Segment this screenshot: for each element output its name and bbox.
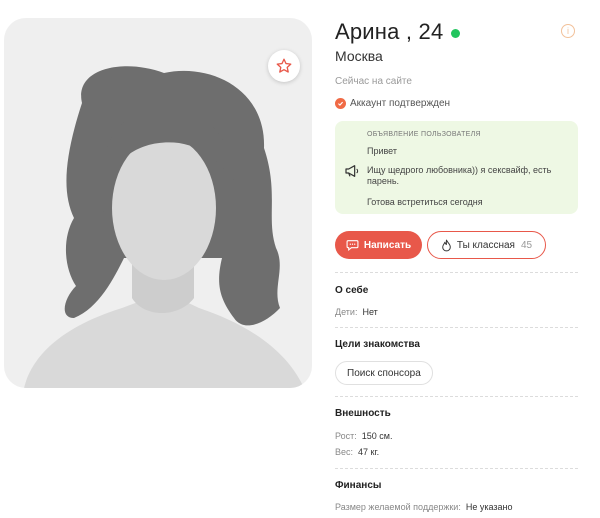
- height-label: Рост:: [335, 431, 357, 441]
- compliment-count: 45: [520, 239, 533, 251]
- profile-info: Арина , 24 i Москва Сейчас на сайте Акка…: [335, 18, 580, 512]
- finance-title: Финансы: [335, 480, 382, 491]
- write-label: Написать: [363, 239, 412, 251]
- weight-value: 47 кг.: [358, 447, 380, 457]
- profile-photo[interactable]: [4, 18, 312, 388]
- verified-badge: Аккаунт подтвержден: [335, 98, 450, 109]
- favorite-button[interactable]: [268, 50, 300, 82]
- info-icon[interactable]: i: [561, 24, 575, 38]
- divider: [335, 327, 578, 328]
- compliment-button[interactable]: Ты классная 45: [427, 231, 546, 259]
- ad-text: Ищу щедрого любовника)) я сексвайф, есть…: [367, 165, 552, 186]
- avatar-placeholder-silhouette: [24, 66, 304, 388]
- appearance-title: Внешность: [335, 408, 391, 419]
- megaphone-icon: [345, 165, 359, 177]
- online-indicator: [451, 28, 461, 38]
- divider: [335, 272, 578, 273]
- about-title: О себе: [335, 285, 369, 296]
- support-label: Размер желаемой поддержки:: [335, 502, 461, 512]
- ad-footer: Готова встретиться сегодня: [367, 197, 483, 207]
- flame-icon: [442, 239, 451, 251]
- weight-label: Вес:: [335, 447, 354, 457]
- children-value: Нет: [362, 307, 378, 317]
- height-value: 150 см.: [361, 431, 393, 441]
- compliment-label: Ты классная: [456, 239, 515, 251]
- ad-title: объявление пользователя: [367, 131, 481, 138]
- appearance-height: Рост: 150 см.: [335, 431, 392, 441]
- goals-title: Цели знакомства: [335, 339, 420, 350]
- verified-label: Аккаунт подтвержден: [350, 98, 451, 109]
- about-children: Дети: Нет: [335, 307, 378, 317]
- finance-support: Размер желаемой поддержки: Не указано: [335, 502, 512, 512]
- check-circle-icon: [335, 98, 346, 109]
- chat-bubble-icon: [346, 240, 359, 251]
- online-status: Сейчас на сайте: [335, 76, 412, 87]
- name-row: Арина , 24 i: [335, 18, 580, 46]
- star-icon: [276, 58, 292, 73]
- profile-city: Москва: [335, 48, 383, 64]
- write-message-button[interactable]: Написать: [335, 231, 422, 259]
- appearance-weight: Вес: 47 кг.: [335, 447, 379, 457]
- divider: [335, 468, 578, 469]
- ad-greeting: Привет: [367, 146, 398, 156]
- divider: [335, 396, 578, 397]
- support-value: Не указано: [465, 502, 513, 512]
- user-ad: объявление пользователя Привет Ищу щедро…: [335, 121, 578, 214]
- goal-chip[interactable]: Поиск спонсора: [335, 361, 433, 385]
- profile-name: Арина , 24: [335, 19, 444, 44]
- children-label: Дети:: [335, 307, 358, 317]
